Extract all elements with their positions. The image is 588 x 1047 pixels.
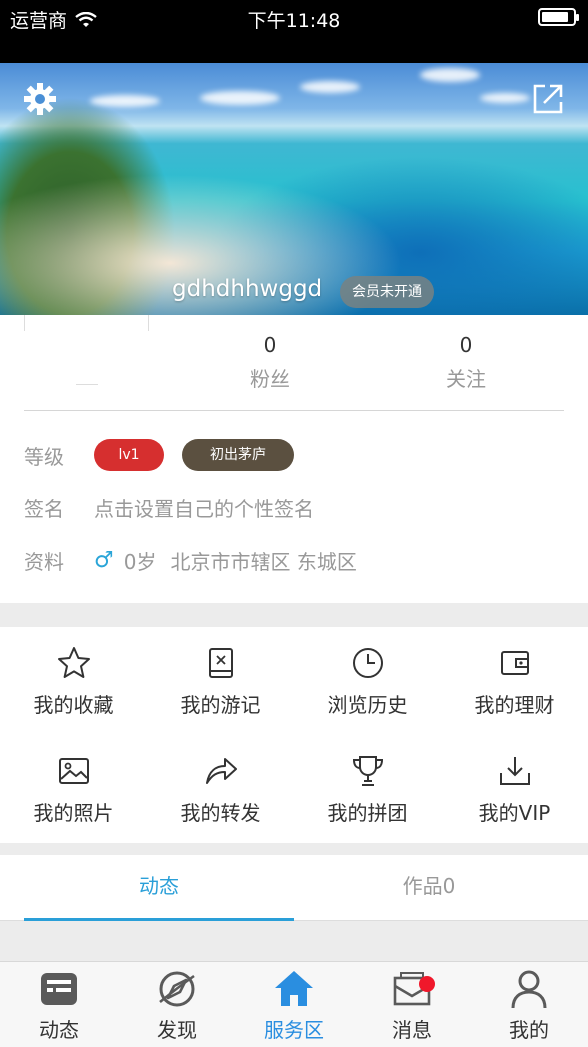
gear-icon[interactable] [22,81,58,117]
nav-services[interactable]: 服务区 [235,968,353,1043]
tab-works[interactable]: 作品0 [294,855,564,921]
battery-icon [538,8,579,26]
fans-label: 粉丝 [250,367,290,391]
fans-count: 0 [263,333,277,357]
nav-label: 我的 [509,1018,549,1042]
divider [76,384,98,385]
age-value: 0岁 [123,549,157,574]
nav-feed[interactable]: 动态 [0,968,118,1043]
nav-messages[interactable]: 消息 [353,968,471,1043]
clock: 下午11:48 [247,10,341,32]
username: gdhdhhwggd [172,276,323,302]
stats-bar: 0 粉丝 0 关注 [24,315,564,411]
nav-me[interactable]: 我的 [470,968,588,1043]
signature-row[interactable]: 签名 点击设置自己的个性签名 [24,489,314,525]
service-label: 我的收藏 [33,693,114,717]
signature-key: 签名 [24,496,64,521]
following-count: 0 [459,333,473,357]
section-gap [0,843,588,855]
profile-key: 资料 [24,549,64,574]
trophy-icon [352,756,383,786]
location-value: 北京市市辖区 东城区 [170,549,357,574]
person-icon [511,970,547,1009]
service-label: 浏览历史 [327,693,408,717]
wallet-icon [500,651,529,675]
nav-label: 发现 [157,1018,197,1042]
section-gap [0,603,588,627]
title-badge: 初出茅庐 [182,439,294,471]
level-row: 等级 lv1 初出茅庐 [24,437,294,473]
download-icon [499,757,530,785]
notification-dot [419,976,435,992]
bottom-nav: 动态 发现 服务区 消息 我的 [0,961,588,1047]
service-photos[interactable]: 我的照片 [0,753,147,826]
nav-label: 消息 [392,1018,432,1042]
divider [24,315,25,331]
service-label: 我的拼团 [327,801,408,825]
share-arrow-icon [205,758,237,784]
nav-discover[interactable]: 发现 [118,968,236,1043]
content-area [0,921,588,961]
service-history[interactable]: 浏览历史 [294,645,441,718]
star-icon [57,647,90,678]
status-bar: 运营商 下午11:48 [0,0,588,63]
image-icon [58,758,89,784]
service-vip[interactable]: 我的VIP [441,753,588,826]
service-travelogue[interactable]: 我的游记 [147,645,294,718]
nav-label: 动态 [39,1018,79,1042]
service-label: 我的转发 [180,801,261,825]
service-label: 我的游记 [180,693,261,717]
service-label: 我的照片 [33,801,114,825]
book-icon [208,648,233,678]
divider [148,315,149,331]
share-external-icon[interactable] [530,81,566,117]
vip-status-badge[interactable]: 会员未开通 [340,276,434,308]
tab-feed[interactable]: 动态 [24,855,294,922]
feed-icon [41,973,77,1005]
service-favorites[interactable]: 我的收藏 [0,645,147,718]
profile-banner: gdhdhhwggd 会员未开通 [0,63,588,315]
content-tabs: 动态 作品0 [0,855,588,922]
following-stat[interactable]: 0 关注 [406,333,526,392]
service-label: 我的理财 [474,693,555,717]
male-icon: ♂ [94,547,114,573]
service-label: 我的VIP [478,801,551,825]
compass-icon [159,971,195,1007]
service-finance[interactable]: 我的理财 [441,645,588,718]
nav-label: 服务区 [264,1018,324,1042]
fans-stat[interactable]: 0 粉丝 [210,333,330,392]
signature-value[interactable]: 点击设置自己的个性签名 [94,493,314,522]
service-reposts[interactable]: 我的转发 [147,753,294,826]
clock-icon [352,648,383,678]
profile-info-row: 资料 ♂ 0岁 北京市市辖区 东城区 [24,542,357,578]
level-key: 等级 [24,444,64,469]
home-icon [275,971,313,1006]
level-badge: lv1 [94,439,164,471]
following-label: 关注 [446,367,486,391]
service-group-buy[interactable]: 我的拼团 [294,753,441,826]
